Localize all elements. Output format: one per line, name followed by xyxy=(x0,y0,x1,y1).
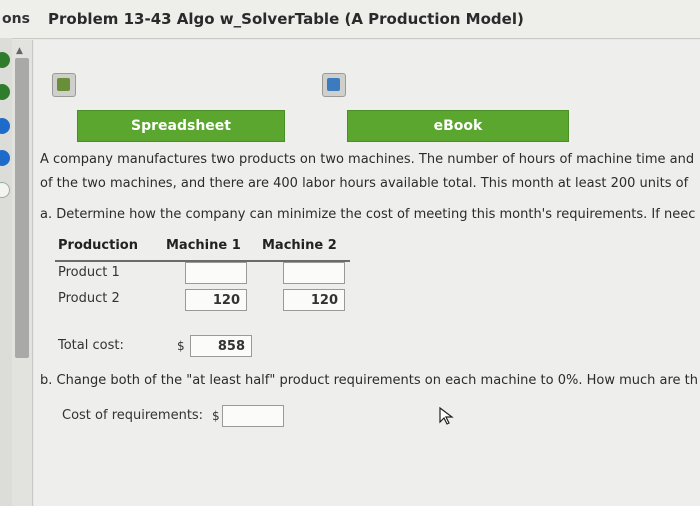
total-cost-value: 858 xyxy=(190,335,252,357)
intro-line-1: A company manufactures two products on t… xyxy=(40,152,695,167)
ebook-icon[interactable] xyxy=(322,73,346,97)
question-status-icon[interactable] xyxy=(0,150,10,166)
cell-product2-machine1[interactable]: 120 xyxy=(185,289,247,311)
question-nav xyxy=(0,38,12,506)
cost-requirements-currency: $ xyxy=(212,409,220,423)
scroll-up-icon[interactable]: ▲ xyxy=(16,46,23,56)
part-a-text: a. Determine how the company can minimiz… xyxy=(40,207,696,222)
part-b-text: b. Change both of the "at least half" pr… xyxy=(40,373,699,388)
cell-product2-machine2[interactable]: 120 xyxy=(283,289,345,311)
ebook-button-label: eBook xyxy=(433,118,483,134)
header-left-fragment: ons xyxy=(2,11,30,27)
spreadsheet-button-label: Spreadsheet xyxy=(131,118,231,134)
page-title: Problem 13-43 Algo w_SolverTable (A Prod… xyxy=(48,10,524,28)
row-label-product-1: Product 1 xyxy=(58,265,120,280)
cost-requirements-input[interactable] xyxy=(222,405,284,427)
total-currency: $ xyxy=(177,339,185,353)
total-cost-label: Total cost: xyxy=(58,338,124,353)
cell-product1-machine2[interactable] xyxy=(283,262,345,284)
question-status-icon[interactable] xyxy=(0,182,10,198)
cell-product1-machine1[interactable] xyxy=(185,262,247,284)
cost-requirements-label: Cost of requirements: xyxy=(62,408,204,423)
scrollbar[interactable]: ▲ xyxy=(12,40,33,506)
top-header: ons Problem 13-43 Algo w_SolverTable (A … xyxy=(0,0,700,39)
question-status-icon[interactable] xyxy=(0,84,10,100)
scrollbar-thumb[interactable] xyxy=(15,58,29,358)
question-status-icon[interactable] xyxy=(0,52,10,68)
header-machine-1: Machine 1 xyxy=(166,238,241,253)
mouse-pointer-icon xyxy=(439,406,454,425)
spreadsheet-button[interactable]: Spreadsheet xyxy=(77,110,285,142)
question-status-icon[interactable] xyxy=(0,118,10,134)
spreadsheet-icon[interactable] xyxy=(52,73,76,97)
row-label-product-2: Product 2 xyxy=(58,291,120,306)
intro-line-2: of the two machines, and there are 400 l… xyxy=(40,176,689,191)
header-production: Production xyxy=(58,238,138,253)
ebook-button[interactable]: eBook xyxy=(347,110,569,142)
header-machine-2: Machine 2 xyxy=(262,238,337,253)
